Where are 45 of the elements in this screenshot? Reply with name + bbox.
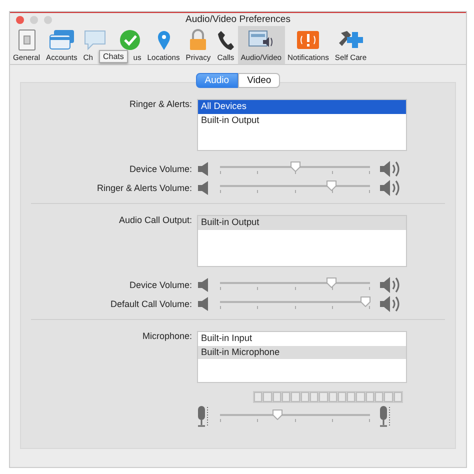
speaker-icon <box>197 160 209 176</box>
slider-thumb[interactable] <box>326 180 336 191</box>
slider-thumb[interactable] <box>360 296 371 307</box>
microphone-icon <box>197 404 209 428</box>
device-list[interactable]: Built-in Input Built-in Microphone <box>197 331 407 383</box>
cards-icon <box>48 29 75 51</box>
slider-thumb[interactable] <box>326 277 336 288</box>
location-pin-icon <box>156 29 172 51</box>
list-item[interactable]: Built-in Microphone <box>198 346 406 359</box>
list-item[interactable]: Built-in Input <box>198 332 406 346</box>
microphone-icon <box>379 404 391 428</box>
speaker-loud-icon <box>379 294 400 312</box>
tools-icon <box>338 29 364 51</box>
alert-icon <box>296 29 320 51</box>
speaker-loud-icon <box>379 160 400 178</box>
list-item[interactable]: Built-in Output <box>198 114 406 127</box>
speaker-icon <box>197 296 209 312</box>
window-title: Audio/Video Preferences <box>186 14 290 25</box>
slider-label: Ringer & Alerts Volume: <box>96 182 193 192</box>
slider-thumb[interactable] <box>290 161 300 172</box>
tooltip: Chats <box>99 50 128 63</box>
slider-label: Device Volume: <box>128 164 193 174</box>
close-button[interactable] <box>16 16 24 24</box>
list-label: Ringer & Alerts: <box>128 99 193 109</box>
chat-bubble-icon <box>83 29 108 51</box>
speaker-loud-icon <box>379 276 400 294</box>
speaker-icon <box>197 180 209 196</box>
list-label: Audio Call Output: <box>118 215 193 225</box>
padlock-icon <box>188 29 208 51</box>
slider-label: Default Call Volume: <box>109 298 193 308</box>
list-item[interactable]: Built-in Output <box>198 216 406 230</box>
slider-thumb[interactable] <box>272 409 282 420</box>
device-list[interactable]: All Devices Built-in Output <box>197 99 407 151</box>
speaker-icon <box>197 276 209 292</box>
checkmark-icon <box>119 29 142 51</box>
slider-label: Device Volume: <box>128 280 193 290</box>
device-list[interactable]: Built-in Output <box>197 215 407 267</box>
minimize-button[interactable] <box>30 16 38 24</box>
list-item[interactable]: All Devices <box>198 100 406 114</box>
zoom-button[interactable] <box>44 16 52 24</box>
phone-icon <box>216 29 235 51</box>
list-label: Microphone: <box>141 331 193 341</box>
tab[interactable]: Video <box>238 73 280 88</box>
speaker-loud-icon <box>379 178 400 196</box>
switch-icon <box>18 29 36 51</box>
